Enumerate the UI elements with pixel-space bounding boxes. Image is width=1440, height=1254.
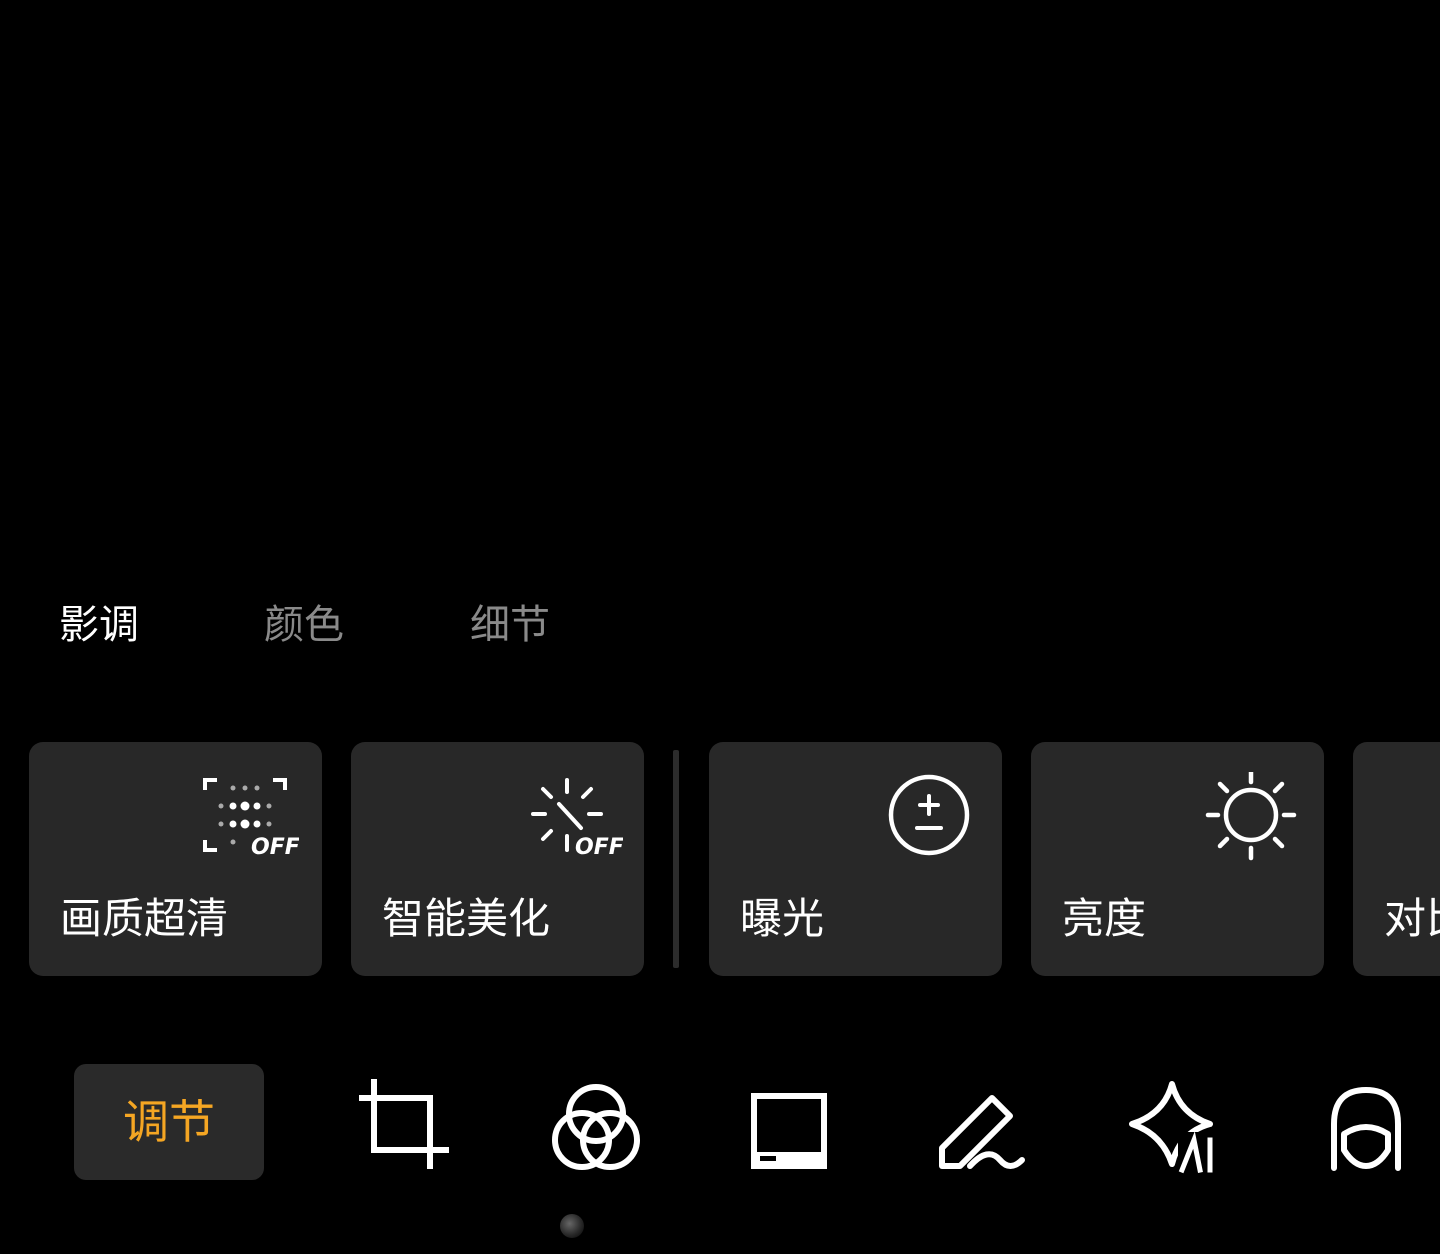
portrait-icon[interactable] <box>1316 1074 1416 1174</box>
tab-tone[interactable]: 影调 <box>59 590 139 660</box>
section-divider <box>673 750 679 968</box>
card-brightness[interactable]: 亮度 <box>1031 742 1324 976</box>
tab-color[interactable]: 颜色 <box>264 590 344 660</box>
off-badge: OFF <box>575 835 623 860</box>
exposure-icon <box>888 774 970 856</box>
card-super-resolution[interactable]: OFF 画质超清 <box>29 742 322 976</box>
adjust-category-tabs: 影调 颜色 细节 <box>0 590 1440 660</box>
brightness-icon <box>1205 772 1297 861</box>
filter-icon[interactable] <box>546 1074 646 1174</box>
photo-preview-area <box>0 0 1440 570</box>
card-label: 智能美化 <box>382 894 551 943</box>
adjust-tools-row: OFF 画质超清 OFF 智能美化 曝光 亮度 对 <box>0 742 1440 976</box>
ai-icon[interactable] <box>1122 1074 1222 1174</box>
card-contrast[interactable]: 对比度 <box>1353 742 1440 976</box>
bottom-toolbar: 调节 <box>0 1062 1440 1182</box>
draw-icon[interactable] <box>930 1074 1030 1174</box>
crop-icon[interactable] <box>354 1074 454 1174</box>
super-resolution-off-icon: OFF <box>203 778 299 860</box>
card-exposure[interactable]: 曝光 <box>709 742 1002 976</box>
frame-icon[interactable] <box>738 1074 838 1174</box>
card-label: 曝光 <box>740 894 825 943</box>
off-badge: OFF <box>251 835 299 860</box>
auto-enhance-off-icon: OFF <box>531 778 623 860</box>
tab-adjust[interactable]: 调节 <box>74 1064 264 1180</box>
card-label: 亮度 <box>1062 894 1147 943</box>
card-auto-enhance[interactable]: OFF 智能美化 <box>351 742 644 976</box>
card-label: 画质超清 <box>60 894 229 943</box>
home-indicator <box>560 1214 584 1238</box>
card-label: 对比度 <box>1384 894 1440 943</box>
tab-detail[interactable]: 细节 <box>470 590 550 660</box>
